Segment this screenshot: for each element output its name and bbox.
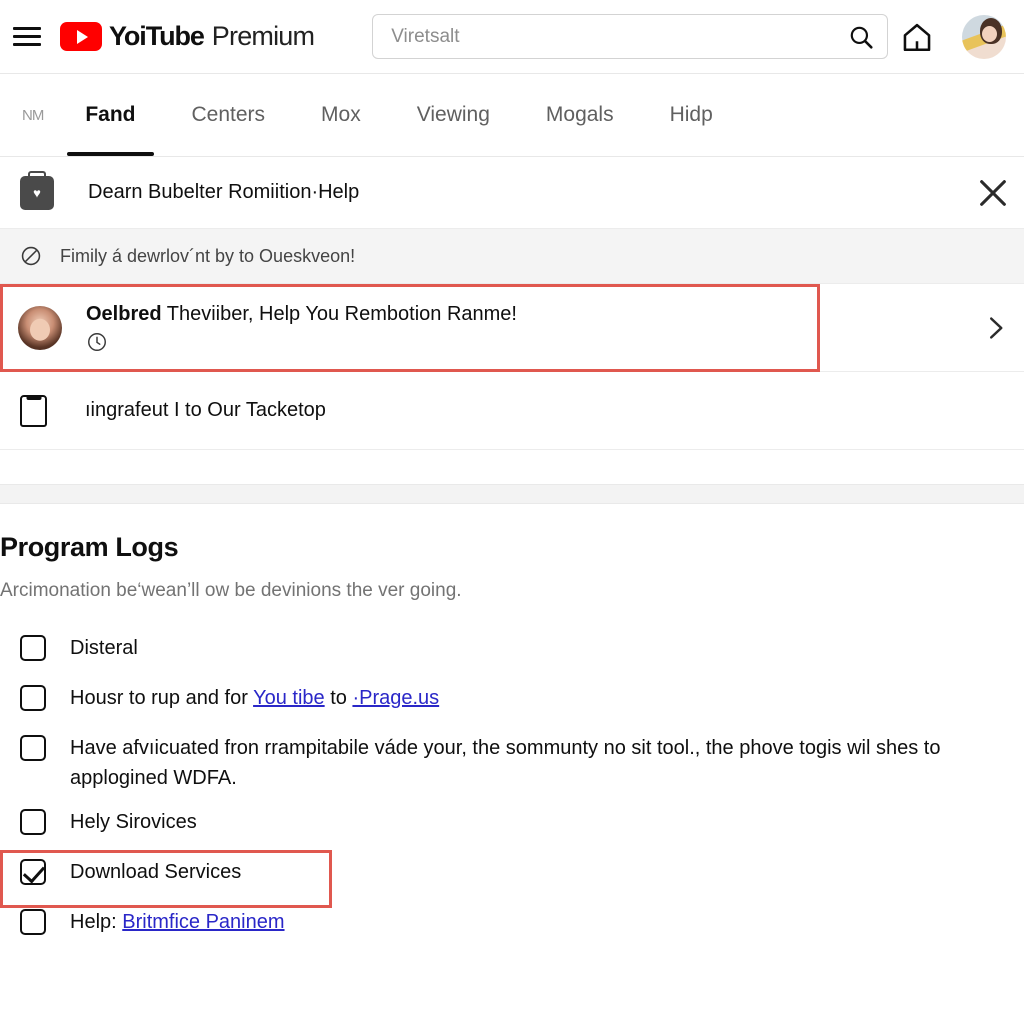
- section-gap: [0, 450, 1024, 484]
- page-title: Program Logs: [0, 532, 179, 562]
- hamburger-icon[interactable]: [0, 0, 54, 74]
- link-britmfice-paninem[interactable]: Britmfice Paninem: [122, 911, 284, 933]
- label-text-pre: Help:: [70, 911, 123, 933]
- hamburger-bar: [13, 27, 41, 30]
- header-actions: [900, 14, 1010, 59]
- tacketop-row[interactable]: ıingrafeut I to Our Tacketop: [0, 372, 1024, 450]
- label-text-pre: Housr to rup and for: [70, 687, 254, 709]
- notice-text: Fimily á dewrlov´nt by to Oueskveon!: [60, 245, 356, 266]
- highlighted-list-item[interactable]: Oelbred Theviiber, Help You Rembotion Ra…: [0, 284, 1024, 372]
- section-divider: [0, 484, 1024, 504]
- list-item-label: Help: Britmfice Paninem: [70, 907, 285, 937]
- list-item-label: Have afvıicuated fron rrampitabile váde …: [70, 737, 941, 789]
- banner-row: ♥ Dearn Bubelter Romiition·Help: [0, 157, 1024, 229]
- highlight-body: Oelbred Theviiber, Help You Rembotion Ra…: [86, 303, 517, 353]
- list-item-label: Housr to rup and for You tibe to ·Prage.…: [70, 683, 439, 713]
- label-text-mid: to: [324, 687, 353, 709]
- notice-strip: Fimily á dewrlov´nt by to Oueskveon!: [0, 229, 1024, 284]
- link-prage-us[interactable]: ·Prage.us: [352, 687, 439, 709]
- checkbox-housr[interactable]: [20, 685, 46, 711]
- clock-icon: [88, 332, 106, 351]
- link-youtibe[interactable]: You tibe: [253, 687, 325, 709]
- hamburger-bar: [13, 35, 41, 38]
- list-item[interactable]: Disteral: [0, 626, 1006, 676]
- brand-suffix: Premium: [211, 21, 315, 51]
- list-item-download-services[interactable]: Download Services: [0, 850, 1006, 908]
- tab-viewing[interactable]: Viewing: [389, 74, 518, 156]
- highlight-title-rest: Theviiber, Help You Rembotion Ranme!: [161, 302, 517, 325]
- search-container: [372, 14, 889, 59]
- list-item[interactable]: Housr to rup and for You tibe to ·Prage.…: [0, 676, 1006, 726]
- home-icon[interactable]: [900, 20, 934, 54]
- chevron-right-icon[interactable]: [980, 313, 1010, 343]
- close-icon[interactable]: [976, 176, 1010, 210]
- page-subtitle: Arcimonation be‘wean’ll ow be devinions …: [0, 580, 462, 601]
- checkbox-download-services[interactable]: [20, 859, 46, 885]
- list-item-label: Disteral: [70, 637, 138, 659]
- tacketop-label: ıingrafeut I to Our Tacketop: [85, 399, 326, 421]
- highlight-title: Oelbred Theviiber, Help You Rembotion Ra…: [86, 303, 517, 326]
- briefcase-heart-icon: ♥: [20, 175, 54, 210]
- search-icon[interactable]: [848, 24, 874, 50]
- list-item[interactable]: Hely Sirovices: [0, 800, 1006, 850]
- app-header: YoiTube Premium: [0, 0, 1024, 74]
- brand-name: YoiTube: [109, 21, 205, 51]
- tab-fand[interactable]: Fand: [57, 74, 163, 156]
- checkbox-list: Disteral Housr to rup and for You tibe t…: [0, 626, 1006, 950]
- search-input[interactable]: [372, 14, 889, 59]
- prohibition-icon: [21, 246, 41, 266]
- program-logs-section: Program Logs Arcimonation be‘wean’ll ow …: [0, 504, 1024, 950]
- checkbox-wdfa[interactable]: [20, 735, 46, 761]
- bag-outline-icon: [20, 394, 47, 427]
- tab-hidp[interactable]: Hidp: [642, 74, 741, 156]
- person-avatar: [18, 305, 62, 350]
- youtube-play-icon: [60, 22, 102, 51]
- tab-mox[interactable]: Mox: [293, 74, 389, 156]
- tab-glyph[interactable]: ΝΜ: [6, 74, 57, 156]
- checkbox-disteral[interactable]: [20, 635, 46, 661]
- list-item-label: Download Services: [70, 861, 242, 883]
- checkbox-hely-sirovices[interactable]: [20, 809, 46, 835]
- highlight-title-bold: Oelbred: [86, 302, 162, 325]
- checkbox-help[interactable]: [20, 909, 46, 935]
- banner-title: Dearn Bubelter Romiition·Help: [88, 181, 360, 203]
- avatar[interactable]: [962, 14, 1006, 59]
- page-root: YoiTube Premium ΝΜ Fand Centers Mox View…: [0, 0, 1024, 1024]
- tab-centers[interactable]: Centers: [164, 74, 294, 156]
- list-item[interactable]: Help: Britmfice Paninem: [0, 900, 1006, 950]
- tab-mogals[interactable]: Mogals: [518, 74, 642, 156]
- brand-logo[interactable]: YoiTube Premium: [60, 21, 315, 52]
- list-item[interactable]: Have afvıicuated fron rrampitabile váde …: [0, 726, 1006, 800]
- list-item-label: Hely Sirovices: [70, 811, 197, 833]
- hamburger-bar: [13, 43, 41, 46]
- tab-bar: ΝΜ Fand Centers Mox Viewing Mogals Hidp: [0, 74, 1024, 157]
